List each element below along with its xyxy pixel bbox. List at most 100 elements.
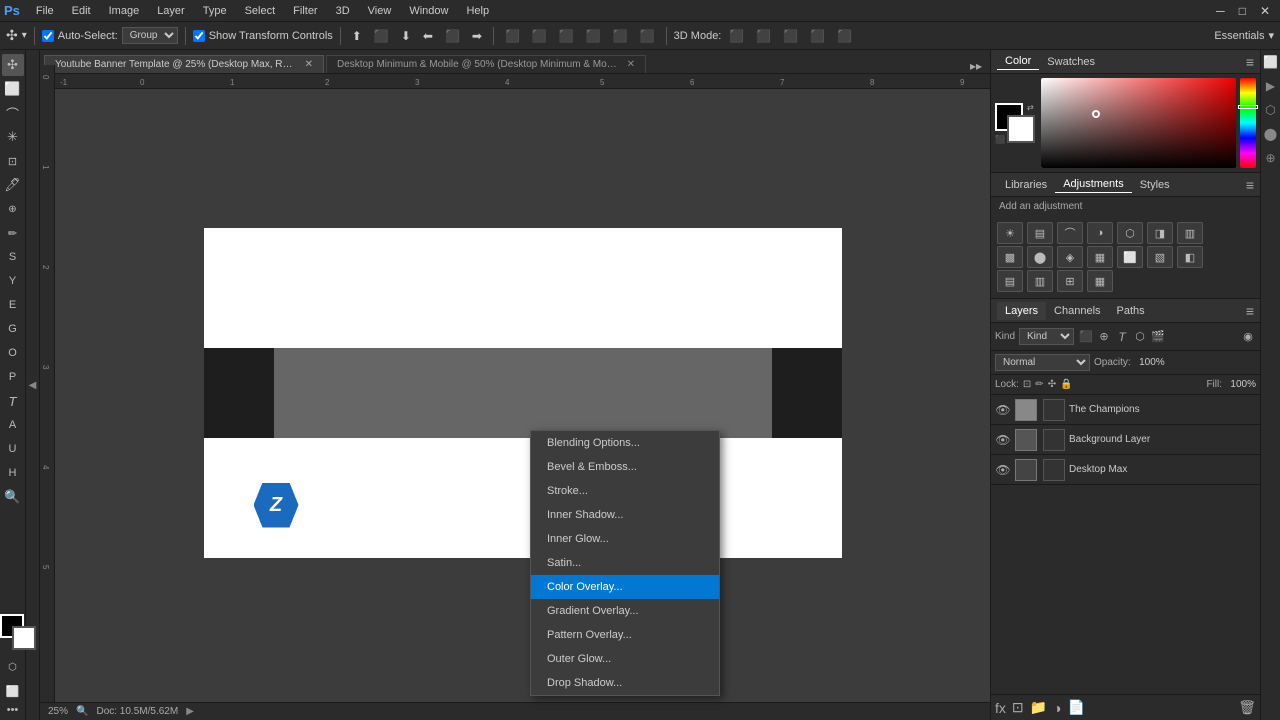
distribute4-icon[interactable]: ⬛ bbox=[582, 28, 605, 44]
3d-icon2[interactable]: ⬛ bbox=[752, 28, 775, 44]
lock-position-icon[interactable]: ✣ bbox=[1048, 379, 1056, 390]
color-swatches[interactable] bbox=[0, 614, 36, 650]
color-lookup-adj[interactable]: ▦ bbox=[1087, 246, 1113, 268]
switch-colors-icon[interactable]: ⇄ bbox=[1027, 103, 1035, 111]
tab-styles[interactable]: Styles bbox=[1132, 177, 1178, 193]
hand-tool[interactable]: H bbox=[2, 462, 24, 484]
filter-type-icon[interactable]: T bbox=[1114, 329, 1130, 345]
menu-layer[interactable]: Layer bbox=[149, 3, 193, 19]
posterize-adj[interactable]: ▧ bbox=[1147, 246, 1173, 268]
screen-mode-tool[interactable]: ⬜ bbox=[2, 680, 24, 702]
type-tool[interactable]: T bbox=[2, 390, 24, 412]
history-brush-tool[interactable]: Y bbox=[2, 270, 24, 292]
ctx-color-overlay[interactable]: Color Overlay... bbox=[531, 575, 719, 599]
vibrance-adj[interactable]: ⬡ bbox=[1117, 222, 1143, 244]
maximize-btn[interactable]: □ bbox=[1233, 4, 1252, 18]
ctx-outer-glow[interactable]: Outer Glow... bbox=[531, 647, 719, 671]
color-panel-options-icon[interactable]: ≡ bbox=[1246, 54, 1254, 70]
invert-adj[interactable]: ⬜ bbox=[1117, 246, 1143, 268]
channel-mixer-adj[interactable]: ◈ bbox=[1057, 246, 1083, 268]
ctx-gradient-overlay[interactable]: Gradient Overlay... bbox=[531, 599, 719, 623]
ctx-inner-shadow[interactable]: Inner Shadow... bbox=[531, 503, 719, 527]
healing-tool[interactable]: ⊕ bbox=[2, 198, 24, 220]
crop-tool[interactable]: ⊡ bbox=[2, 150, 24, 172]
layer-name[interactable]: Desktop Max bbox=[1069, 464, 1256, 475]
ctx-inner-glow[interactable]: Inner Glow... bbox=[531, 527, 719, 551]
layer-item[interactable]: 👁 The Champions bbox=[991, 395, 1260, 425]
auto-select-checkbox[interactable] bbox=[42, 30, 54, 42]
ctx-blending-options[interactable]: Blending Options... bbox=[531, 431, 719, 455]
quick-mask-tool[interactable]: ⬡ bbox=[2, 656, 24, 678]
menu-window[interactable]: Window bbox=[401, 3, 456, 19]
opacity-value[interactable]: 100% bbox=[1135, 357, 1165, 368]
tab-adjustments[interactable]: Adjustments bbox=[1055, 176, 1132, 193]
align-top-icon[interactable]: ⬆ bbox=[348, 28, 366, 44]
hue-strip[interactable] bbox=[1240, 78, 1256, 168]
layer-item[interactable]: 👁 Background Layer bbox=[991, 425, 1260, 455]
filter-adj-icon[interactable]: ⊕ bbox=[1096, 329, 1112, 345]
ctx-stroke[interactable]: Stroke... bbox=[531, 479, 719, 503]
far-right-icon-2[interactable]: ▶ bbox=[1263, 78, 1279, 94]
close-btn[interactable]: ✕ bbox=[1254, 4, 1276, 18]
pen-tool[interactable]: P bbox=[2, 366, 24, 388]
marquee-tool[interactable]: ⬜ bbox=[2, 78, 24, 100]
curves-adj[interactable]: ⌒ bbox=[1057, 222, 1083, 244]
align-hcenter-icon[interactable]: ⬛ bbox=[441, 28, 464, 44]
extra-tools[interactable]: ••• bbox=[7, 704, 19, 716]
move-tool[interactable]: ✣ bbox=[2, 54, 24, 76]
menu-image[interactable]: Image bbox=[101, 3, 148, 19]
tab-swatches[interactable]: Swatches bbox=[1039, 54, 1103, 70]
fg-bg-color-selector[interactable]: ⇄ ⬛ bbox=[995, 103, 1035, 143]
clone-stamp-tool[interactable]: S bbox=[2, 246, 24, 268]
tab-channels[interactable]: Channels bbox=[1046, 302, 1108, 320]
3d-icon3[interactable]: ⬛ bbox=[779, 28, 802, 44]
ctx-satin[interactable]: Satin... bbox=[531, 551, 719, 575]
photo-filter-adj[interactable]: ⬤ bbox=[1027, 246, 1053, 268]
ctx-pattern-overlay[interactable]: Pattern Overlay... bbox=[531, 623, 719, 647]
zoom-expand-icon[interactable]: 🔍 bbox=[76, 706, 88, 717]
distribute3-icon[interactable]: ⬛ bbox=[555, 28, 578, 44]
gradient-map-adj[interactable]: ▤ bbox=[997, 270, 1023, 292]
adj-panel-options-icon[interactable]: ≡ bbox=[1246, 177, 1254, 193]
filter-pixel-icon[interactable]: ⬛ bbox=[1078, 329, 1094, 345]
layer-visibility-icon[interactable]: 👁 bbox=[995, 432, 1011, 448]
add-mask-icon[interactable]: ⊡ bbox=[1012, 699, 1024, 716]
menu-filter[interactable]: Filter bbox=[285, 3, 325, 19]
layer-visibility-icon[interactable]: 👁 bbox=[995, 462, 1011, 478]
status-arrow[interactable]: ▶ bbox=[186, 706, 194, 717]
lasso-tool[interactable]: ⌒ bbox=[2, 102, 24, 124]
far-right-icon-5[interactable]: ⊕ bbox=[1263, 150, 1279, 166]
eraser-tool[interactable]: E bbox=[2, 294, 24, 316]
align-left-icon[interactable]: ⬅ bbox=[419, 28, 437, 44]
menu-view[interactable]: View bbox=[360, 3, 400, 19]
default-colors-icon[interactable]: ⬛ bbox=[995, 135, 1003, 143]
far-right-icon-3[interactable]: ⬡ bbox=[1263, 102, 1279, 118]
gradient-tool[interactable]: G bbox=[2, 318, 24, 340]
menu-file[interactable]: File bbox=[28, 3, 62, 19]
distribute5-icon[interactable]: ⬛ bbox=[609, 28, 632, 44]
menu-type[interactable]: Type bbox=[195, 3, 235, 19]
filter-smart-icon[interactable]: 🎬 bbox=[1150, 329, 1166, 345]
far-right-icon-1[interactable]: ⬜ bbox=[1263, 54, 1279, 70]
layer-visibility-icon[interactable]: 👁 bbox=[995, 402, 1011, 418]
3d-icon4[interactable]: ⬛ bbox=[806, 28, 829, 44]
layers-kind-select[interactable]: Kind bbox=[1019, 328, 1074, 345]
background-color[interactable] bbox=[12, 626, 36, 650]
shape-tool[interactable]: U bbox=[2, 438, 24, 460]
distribute6-icon[interactable]: ⬛ bbox=[636, 28, 659, 44]
tab-paths[interactable]: Paths bbox=[1109, 302, 1153, 320]
color-gradient-field[interactable] bbox=[1041, 78, 1256, 168]
layers-panel-options-icon[interactable]: ≡ bbox=[1246, 303, 1254, 319]
transform-controls-checkbox[interactable] bbox=[193, 30, 205, 42]
menu-help[interactable]: Help bbox=[458, 3, 497, 19]
ctx-bevel-emboss[interactable]: Bevel & Emboss... bbox=[531, 455, 719, 479]
colorbal-adj[interactable]: ▥ bbox=[1177, 222, 1203, 244]
auto-select-dropdown[interactable]: Group Layer bbox=[122, 27, 178, 44]
vibrance2-adj[interactable]: ⊞ bbox=[1057, 270, 1083, 292]
delete-layer-icon[interactable]: 🗑 bbox=[1238, 699, 1256, 716]
align-right-icon[interactable]: ➡ bbox=[468, 28, 486, 44]
distribute-icon[interactable]: ⬛ bbox=[501, 28, 524, 44]
3d-icon1[interactable]: ⬛ bbox=[725, 28, 748, 44]
tab-layers[interactable]: Layers bbox=[997, 302, 1046, 320]
filter-shape-icon[interactable]: ⬡ bbox=[1132, 329, 1148, 345]
